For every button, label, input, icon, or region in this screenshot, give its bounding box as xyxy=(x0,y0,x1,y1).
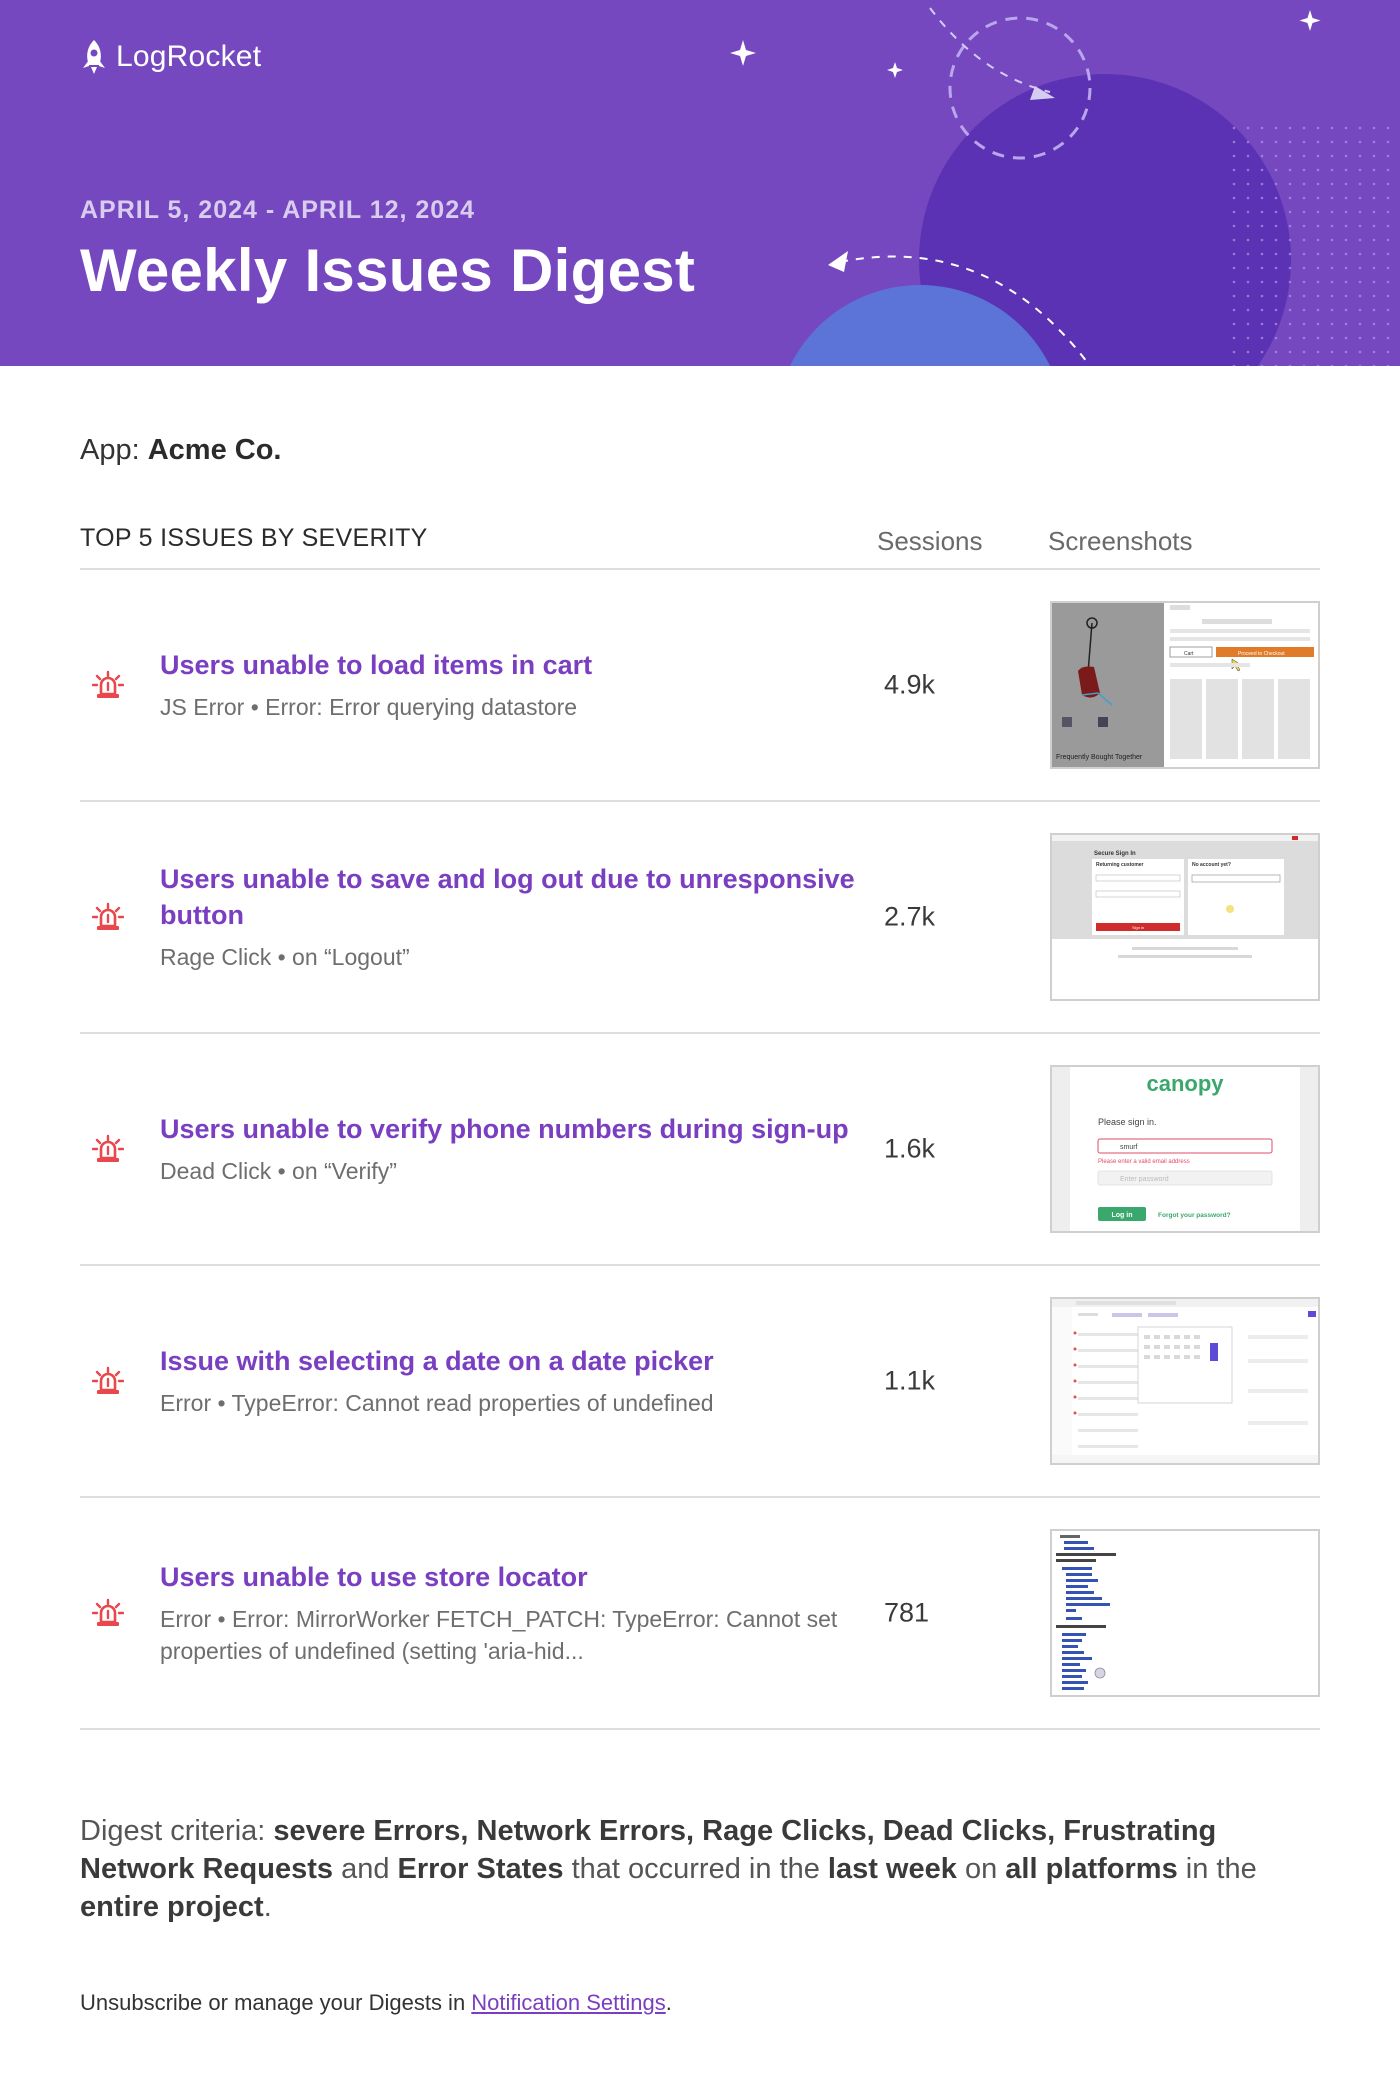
digest-header: LogRocket APRIL 5, 2024 - APRIL 12, 2024… xyxy=(0,0,1400,366)
alarm-siren-icon xyxy=(92,902,124,930)
criteria-and: and xyxy=(333,1853,398,1885)
screenshot-brand: canopy xyxy=(1146,1071,1224,1096)
screenshot-text: Log in xyxy=(1112,1212,1133,1219)
session-count: 2.7k xyxy=(884,901,936,932)
issue-row[interactable]: Users unable to save and log out due to … xyxy=(80,802,1320,1034)
issue-title-link[interactable]: Issue with selecting a date on a date pi… xyxy=(160,1343,880,1379)
issue-screenshot[interactable] xyxy=(1050,1529,1320,1697)
email-footer: Unsubscribe or manage your Digests in No… xyxy=(80,1990,672,2016)
rocket-icon xyxy=(83,40,105,74)
footer-end: . xyxy=(665,1990,672,2015)
alarm-siren-icon xyxy=(92,670,124,698)
issue-row[interactable]: Users unable to use store locator Error … xyxy=(80,1498,1320,1730)
criteria-period: last week xyxy=(827,1853,957,1885)
screenshot-text: smurf xyxy=(1120,1144,1138,1151)
issues-table-header: TOP 5 ISSUES BY SEVERITY Sessions Screen… xyxy=(80,524,1320,570)
criteria-in: in the xyxy=(1177,1853,1257,1885)
screenshot-text: Please sign in. xyxy=(1098,1117,1157,1127)
issue-screenshot[interactable]: canopy Please sign in. smurf Please ente… xyxy=(1050,1065,1320,1233)
screenshot-text: Please enter a valid email address xyxy=(1098,1159,1190,1165)
screenshot-text: No account yet? xyxy=(1192,862,1231,868)
criteria-end: . xyxy=(263,1891,272,1923)
app-name: Acme Co. xyxy=(147,434,282,466)
table-title: TOP 5 ISSUES BY SEVERITY xyxy=(80,524,428,552)
screenshot-text: Sign in xyxy=(1132,925,1144,930)
criteria-platforms: all platforms xyxy=(1005,1853,1178,1885)
criteria-prefix: Digest criteria: xyxy=(80,1815,274,1847)
logrocket-logo[interactable]: LogRocket xyxy=(80,38,261,76)
criteria-mid: that occurred in the xyxy=(563,1853,828,1885)
logo-text: LogRocket xyxy=(116,40,262,73)
digest-title: Weekly Issues Digest xyxy=(80,237,696,304)
app-name-line: App: Acme Co. xyxy=(80,434,281,467)
session-count: 781 xyxy=(884,1597,930,1628)
issue-row[interactable]: Users unable to load items in cart JS Er… xyxy=(80,570,1320,802)
issue-subtitle: JS Error • Error: Error querying datasto… xyxy=(160,694,578,720)
alarm-siren-icon xyxy=(92,1598,124,1626)
digest-criteria: Digest criteria: severe Errors, Network … xyxy=(80,1812,1320,1926)
column-header-screenshots: Screenshots xyxy=(1048,526,1193,556)
footer-text: Unsubscribe or manage your Digests in xyxy=(80,1990,472,2015)
issue-screenshot[interactable] xyxy=(1050,1297,1320,1465)
issue-row[interactable]: Users unable to verify phone numbers dur… xyxy=(80,1034,1320,1266)
issue-subtitle: Rage Click • on “Logout” xyxy=(160,944,410,970)
issue-title-link[interactable]: Users unable to load items in cart xyxy=(160,647,880,683)
issue-subtitle: Error • Error: MirrorWorker FETCH_PATCH:… xyxy=(160,1606,838,1664)
criteria-on: on xyxy=(956,1853,1006,1885)
screenshot-text: Secure Sign In xyxy=(1094,851,1136,857)
session-count: 1.6k xyxy=(884,1133,936,1164)
criteria-issue-types-2: Error States xyxy=(397,1853,564,1885)
issue-title-link[interactable]: Users unable to verify phone numbers dur… xyxy=(160,1111,880,1147)
app-label: App: xyxy=(80,434,148,466)
alarm-siren-icon xyxy=(92,1134,124,1162)
column-header-sessions: Sessions xyxy=(877,526,983,556)
issue-subtitle: Error • TypeError: Cannot read propertie… xyxy=(160,1390,714,1416)
screenshot-text: Cart xyxy=(1184,651,1194,657)
session-count: 4.9k xyxy=(884,669,936,700)
screenshot-text: Forgot your password? xyxy=(1158,1212,1231,1219)
issue-row[interactable]: Issue with selecting a date on a date pi… xyxy=(80,1266,1320,1498)
issue-screenshot[interactable]: Secure Sign In Returning customer No acc… xyxy=(1050,833,1320,1001)
date-range: APRIL 5, 2024 - APRIL 12, 2024 xyxy=(80,196,476,224)
criteria-scope: entire project xyxy=(80,1891,264,1923)
session-count: 1.1k xyxy=(884,1365,936,1396)
screenshot-text: Enter password xyxy=(1120,1176,1169,1183)
issue-title-link[interactable]: Users unable to use store locator xyxy=(160,1559,880,1595)
screenshot-text: Returning customer xyxy=(1096,862,1144,868)
issue-screenshot[interactable]: Frequently Bought Together Cart Proceed … xyxy=(1050,601,1320,769)
issue-subtitle: Dead Click • on “Verify” xyxy=(160,1158,397,1184)
alarm-siren-icon xyxy=(92,1366,124,1394)
notification-settings-link[interactable]: Notification Settings xyxy=(471,1990,665,2015)
screenshot-text: Frequently Bought Together xyxy=(1056,754,1143,761)
issue-title-link[interactable]: Users unable to save and log out due to … xyxy=(160,861,880,933)
screenshot-text: Proceed to Checkout xyxy=(1238,651,1285,657)
